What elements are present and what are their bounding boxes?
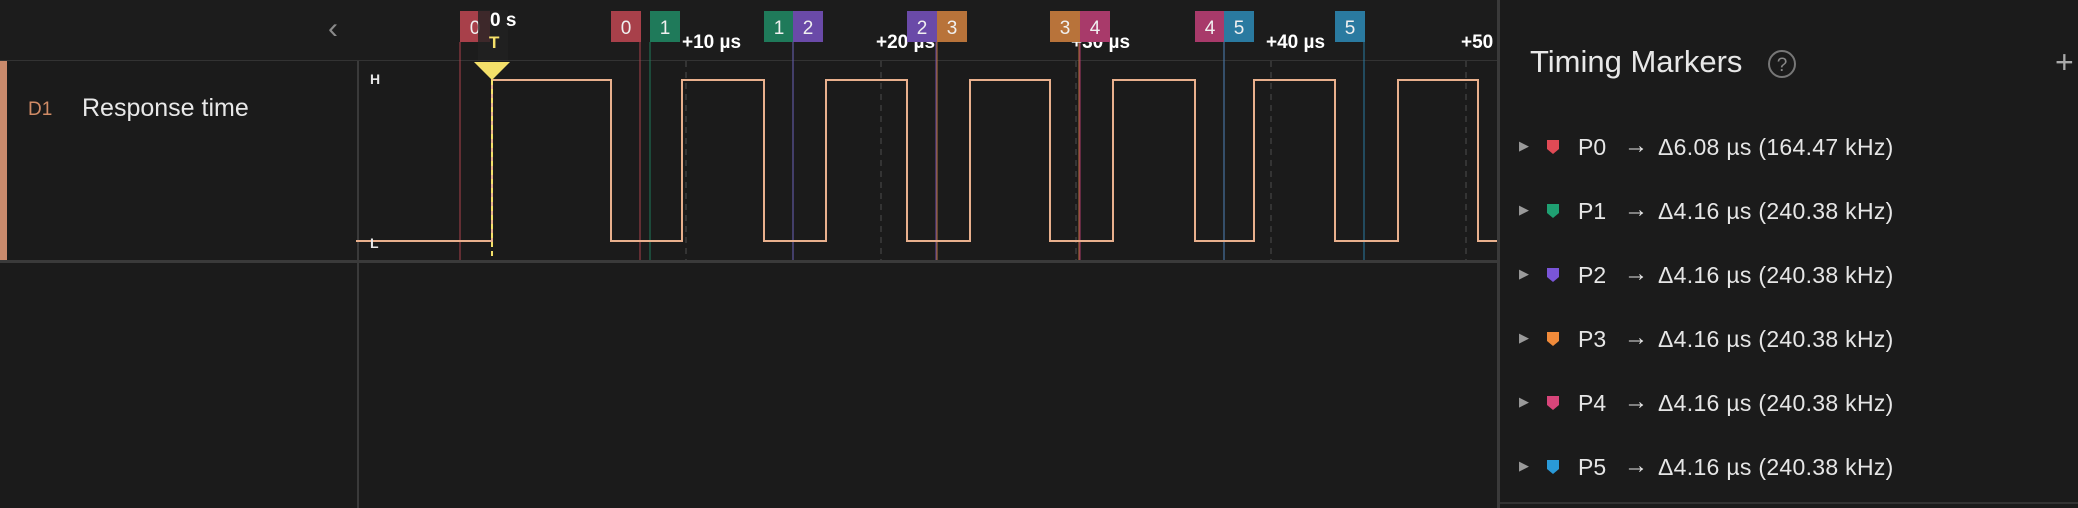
marker-name: P2 — [1578, 262, 1607, 288]
time-label: +10 µs — [682, 32, 741, 53]
time-label: +50 — [1461, 32, 1493, 53]
marker-flag-label: 5 — [1234, 18, 1245, 39]
marker-name: P1 — [1578, 198, 1607, 224]
marker-flag-label: 1 — [660, 18, 671, 39]
marker-flag-label: 2 — [803, 18, 814, 39]
panel-title: Timing Markers — [1530, 44, 1743, 79]
marker-flag[interactable]: 4 — [1195, 11, 1225, 42]
triangle-right-icon[interactable]: ▶ — [1519, 138, 1529, 154]
marker-flag-label: 4 — [1205, 18, 1216, 39]
digital-waveform — [368, 79, 1497, 242]
marker-flag[interactable]: 5 — [1224, 11, 1254, 42]
triangle-right-icon[interactable]: ▶ — [1519, 266, 1529, 282]
trigger-symbol: T — [489, 33, 500, 52]
marker-name: P3 — [1578, 326, 1607, 352]
marker-pin-icon — [1547, 140, 1559, 154]
marker-flag[interactable]: 4 — [1080, 11, 1110, 42]
marker-measurement: Δ4.16 µs (240.38 kHz) — [1658, 326, 1894, 352]
trigger-icon[interactable] — [474, 62, 510, 80]
marker-flag[interactable]: 2 — [907, 11, 937, 42]
trigger-marker[interactable]: 0 s T — [474, 10, 516, 260]
marker-flag[interactable]: 1 — [764, 11, 794, 42]
arrow-right-icon: → — [1624, 388, 1648, 415]
arrow-right-icon: → — [1624, 324, 1648, 351]
marker-measurement: Δ4.16 µs (240.38 kHz) — [1658, 454, 1894, 480]
timing-markers-panel: Timing Markers ? + ▶ P0 → Δ6.08 µs (164.47 … — [1497, 0, 2078, 508]
marker-flag[interactable]: 3 — [937, 11, 967, 42]
marker-flag-label: 3 — [947, 18, 958, 39]
marker-row[interactable]: ▶ P1 → Δ4.16 µs (240.38 kHz) — [1500, 188, 2078, 238]
arrow-right-icon: → — [1624, 132, 1648, 159]
waveform-view[interactable]: ‹ D1 Response time H L +10 µs +20 µs +30 µ… — [0, 0, 1497, 508]
marker-flag[interactable]: 0 — [611, 11, 641, 42]
marker-flag-label: 5 — [1345, 18, 1356, 39]
marker-pin-icon — [1547, 204, 1559, 218]
triangle-right-icon[interactable]: ▶ — [1519, 458, 1529, 474]
time-label: +40 µs — [1266, 32, 1325, 53]
marker-flag[interactable]: 1 — [650, 11, 680, 42]
arrow-right-icon: → — [1624, 260, 1648, 287]
marker-flag-label: 0 — [621, 18, 632, 39]
marker-measurement: Δ6.08 µs (164.47 kHz) — [1658, 134, 1894, 160]
panel-divider — [1500, 502, 2078, 504]
marker-pin-icon — [1547, 396, 1559, 410]
marker-measurement: Δ4.16 µs (240.38 kHz) — [1658, 390, 1894, 416]
marker-pin-icon — [1547, 332, 1559, 346]
triangle-right-icon[interactable]: ▶ — [1519, 202, 1529, 218]
help-icon[interactable]: ? — [1768, 50, 1796, 78]
marker-flag-label: 1 — [774, 18, 785, 39]
marker-name: P5 — [1578, 454, 1607, 480]
level-high-label: H — [370, 71, 380, 87]
marker-flag-label: 2 — [917, 18, 928, 39]
arrow-right-icon: → — [1624, 452, 1648, 479]
waveform-canvas[interactable]: H L +10 µs +20 µs +30 µs +40 µs +50 00112233… — [0, 0, 1497, 508]
marker-flag[interactable]: 3 — [1050, 11, 1080, 42]
triangle-right-icon[interactable]: ▶ — [1519, 394, 1529, 410]
marker-pin-icon — [1547, 268, 1559, 282]
marker-flag[interactable]: 5 — [1335, 11, 1365, 42]
add-marker-icon[interactable]: + — [2055, 46, 2074, 78]
marker-flag[interactable]: 2 — [793, 11, 823, 42]
marker-row[interactable]: ▶ P3 → Δ4.16 µs (240.38 kHz) — [1500, 316, 2078, 366]
arrow-right-icon: → — [1624, 196, 1648, 223]
marker-name: P0 — [1578, 134, 1607, 160]
triangle-right-icon[interactable]: ▶ — [1519, 330, 1529, 346]
marker-row[interactable]: ▶ P5 → Δ4.16 µs (240.38 kHz) — [1500, 444, 2078, 494]
marker-flag-label: 3 — [1060, 18, 1071, 39]
level-low-label: L — [370, 235, 379, 251]
marker-row[interactable]: ▶ P0 → Δ6.08 µs (164.47 kHz) — [1500, 124, 2078, 174]
marker-measurement: Δ4.16 µs (240.38 kHz) — [1658, 198, 1894, 224]
marker-measurement: Δ4.16 µs (240.38 kHz) — [1658, 262, 1894, 288]
marker-row[interactable]: ▶ P4 → Δ4.16 µs (240.38 kHz) — [1500, 380, 2078, 430]
trigger-time-label: 0 s — [490, 10, 516, 31]
marker-flag-label: 4 — [1090, 18, 1101, 39]
marker-pin-icon — [1547, 460, 1559, 474]
marker-name: P4 — [1578, 390, 1607, 416]
marker-row[interactable]: ▶ P2 → Δ4.16 µs (240.38 kHz) — [1500, 252, 2078, 302]
